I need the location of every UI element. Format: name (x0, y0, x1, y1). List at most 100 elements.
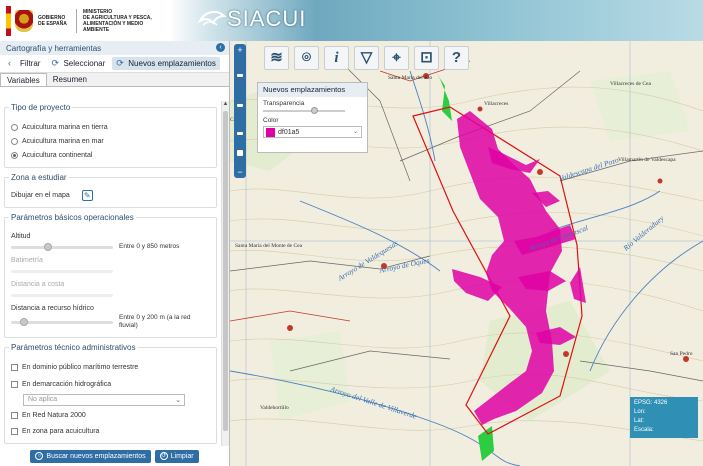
left-panel: Cartografía y herramientas ‹ ‹ Filtrar ⟳… (0, 41, 230, 466)
draw-map-icon[interactable]: ✎ (81, 190, 93, 201)
app-header: GOBIERNO DE ESPAÑA MINISTERIO DE AGRICUL… (0, 0, 703, 41)
new-site-icon[interactable]: ⊡ (414, 46, 439, 70)
altitude-slider-row: Entre 0 y 850 metros (11, 240, 210, 254)
ministry-line: DE AGRICULTURA Y PESCA, (83, 14, 152, 21)
checkbox[interactable] (11, 427, 18, 435)
coordinates-panel: EPSG: 4326 Lon: Lat: Escala: (630, 397, 698, 438)
checkbox-row[interactable]: En dominio público marítimo terrestre (11, 360, 210, 374)
popup-title: Nuevos emplazamientos (258, 83, 367, 97)
zoom-tick (237, 132, 243, 135)
map-toolbar: ≋ ⌾ i ▽ ⌖ ⊡ ? (264, 46, 469, 70)
water-distance-label: Distancia a recurso hídrico (11, 305, 94, 312)
zoom-out-icon[interactable]: − (234, 166, 246, 178)
radio-label: Acuicultura marina en mar (22, 137, 104, 145)
tool-label: Filtrar (20, 59, 41, 68)
zoom-control[interactable]: + − (234, 44, 246, 178)
filter-tool-button[interactable]: ‹ Filtrar (4, 57, 44, 70)
panel-header: Cartografía y herramientas ‹ (0, 41, 229, 55)
chevron-left-icon[interactable]: ‹ (216, 43, 225, 52)
info-icon[interactable]: i (324, 46, 349, 70)
tool-bar: ‹ Filtrar ⟳ Seleccionar ⟳ Nuevos emplaza… (0, 55, 229, 73)
filter-icon[interactable]: ▽ (354, 46, 379, 70)
radio-option[interactable]: Acuicultura continental (11, 148, 210, 162)
checkbox-row[interactable]: En Red Natura 2000 (11, 408, 210, 422)
app-name: SIACUI (227, 6, 307, 31)
select-icon: ⟳ (51, 58, 59, 68)
zoom-tick (237, 74, 243, 77)
place-label: Villacreces (484, 101, 508, 107)
clear-icon: ↺ (159, 452, 168, 460)
slider-handle[interactable] (20, 317, 29, 326)
new-sites-tool-button[interactable]: ⟳ Nuevos emplazamientos (112, 57, 220, 70)
checkbox-label: En zona para acuicultura (22, 427, 100, 435)
coast-distance-label: Distancia a costa (11, 281, 65, 288)
fish-icon (197, 10, 227, 26)
checkbox[interactable] (11, 363, 18, 371)
coat-of-arms-icon (15, 9, 33, 32)
slider-handle[interactable] (311, 107, 319, 114)
checkbox-row[interactable]: En zona para acuicultura (11, 424, 210, 438)
radio-label: Acuicultura continental (22, 151, 93, 159)
tab-variables[interactable]: Variables (0, 73, 47, 86)
chevron-down-icon: ⌄ (352, 129, 358, 135)
water-slider-row: Entre 0 y 200 m (a la red fluvial) (11, 312, 210, 332)
place-label: Villacreces de Cea (610, 81, 651, 87)
map-view[interactable]: Santa María del Río Villacreces Villacre… (230, 41, 703, 466)
layers-icon[interactable]: ≋ (264, 46, 289, 70)
altitude-label: Altitud (11, 233, 31, 240)
search-new-sites-button[interactable]: ○ Buscar nuevos emplazamientos (30, 449, 151, 463)
help-icon[interactable]: ? (444, 46, 469, 70)
color-select[interactable]: df01a5 ⌄ (263, 126, 362, 138)
gov-line: DE ESPAÑA (38, 20, 67, 27)
select-tool-button[interactable]: ⟳ Seleccionar (47, 57, 109, 70)
lat-label: Lat: (634, 418, 645, 424)
project-type-section: Tipo de proyecto Acuicultura marina en t… (4, 103, 217, 168)
zoom-slider-handle[interactable] (237, 150, 243, 156)
radio-label: Acuicultura marina en tierra (22, 123, 108, 131)
zoom-in-icon[interactable]: + (234, 44, 246, 56)
place-label: San Pedro (670, 351, 693, 357)
checkbox[interactable] (11, 411, 18, 419)
section-legend: Zona a estudiar (9, 173, 69, 182)
panel-title: Cartografía y herramientas (6, 44, 102, 53)
coast-slider-row (11, 288, 210, 302)
slider-handle[interactable] (43, 242, 52, 251)
app-logo[interactable]: SIACUI (197, 6, 306, 32)
radio-button-selected[interactable] (11, 151, 18, 159)
epsg-label: EPSG: 4326 (634, 400, 668, 406)
checkbox-row[interactable]: En demarcación hidrográfica (11, 377, 210, 391)
location-pin-icon[interactable]: ⌾ (294, 46, 319, 70)
altitude-slider[interactable] (11, 242, 113, 251)
tool-label: Seleccionar (63, 59, 106, 68)
government-name: GOBIERNO DE ESPAÑA (38, 15, 68, 27)
select-icon[interactable]: ⌖ (384, 46, 409, 70)
demarcation-select[interactable]: No aplica ⌄ (23, 394, 185, 406)
technical-params-section: Parámetros técnico administrativos En do… (4, 343, 217, 444)
transparency-slider[interactable] (263, 107, 345, 114)
radio-option[interactable]: Acuicultura marina en tierra (11, 120, 210, 134)
spain-flag-icon (6, 5, 11, 36)
radio-option[interactable]: Acuicultura marina en mar (11, 134, 210, 148)
checkbox-label: En Red Natura 2000 (22, 411, 86, 419)
color-value: df01a5 (278, 128, 300, 136)
water-distance-slider[interactable] (11, 317, 113, 326)
select-value: No aplica (28, 396, 58, 403)
panel-tabs: Variables Resumen (0, 73, 229, 87)
radio-button[interactable] (11, 137, 18, 145)
gov-line: GOBIERNO (38, 14, 66, 21)
layer-style-popup: Nuevos emplazamientos Transparencia Colo… (257, 82, 368, 153)
button-label: Limpiar (170, 452, 194, 460)
search-icon: ○ (35, 452, 44, 460)
tool-label: Nuevos emplazamientos (128, 59, 216, 68)
clear-button[interactable]: ↺ Limpiar (154, 449, 199, 463)
panel-scrollbar[interactable]: ▲ (221, 101, 229, 446)
altitude-range: Entre 0 y 850 metros (119, 243, 180, 250)
scrollbar-thumb[interactable] (223, 111, 228, 431)
checkbox[interactable] (11, 380, 18, 388)
tab-resumen[interactable]: Resumen (47, 73, 93, 86)
place-label: Valdehortillo (260, 405, 289, 411)
scroll-up-icon[interactable]: ▲ (222, 101, 229, 109)
checkbox-label: En demarcación hidrográfica (22, 380, 112, 388)
color-label: Color (263, 117, 279, 124)
radio-button[interactable] (11, 123, 18, 131)
